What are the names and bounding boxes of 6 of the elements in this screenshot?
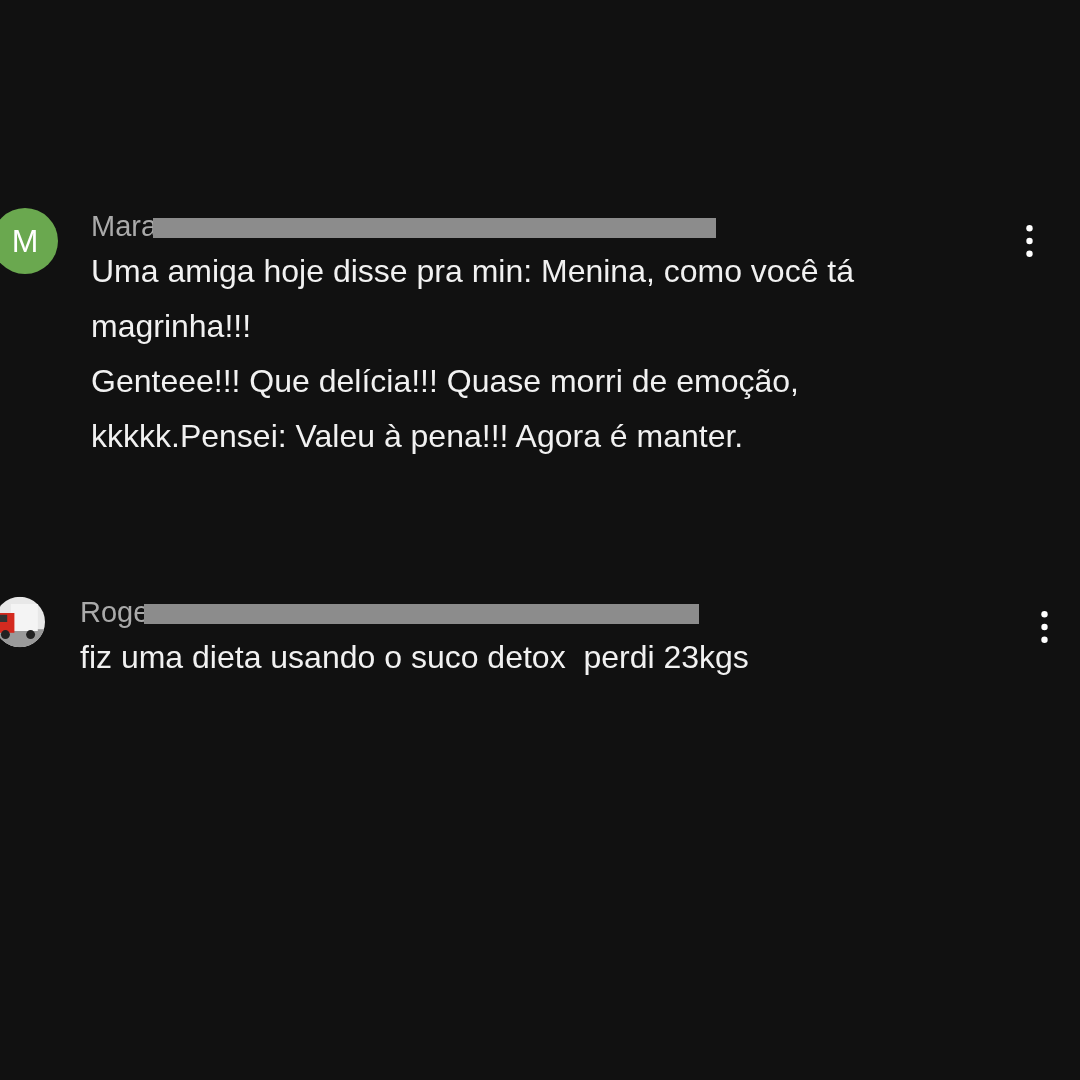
avatar[interactable]: M xyxy=(0,208,58,274)
more-options-icon[interactable] xyxy=(1026,225,1033,257)
more-options-icon[interactable] xyxy=(1041,611,1048,643)
comment-text: fiz uma dieta usando o suco detox perdi 23kgs xyxy=(80,638,750,677)
comment-text: Uma amiga hoje disse pra min: Menina, como você tá magrinha!!! xyxy=(91,252,855,346)
comment-text: Genteee!!! Que delícia!!! Quase morri de emoção, kkkkk.Pensei: Valeu à pena!!! Agora é manter. xyxy=(91,362,800,456)
